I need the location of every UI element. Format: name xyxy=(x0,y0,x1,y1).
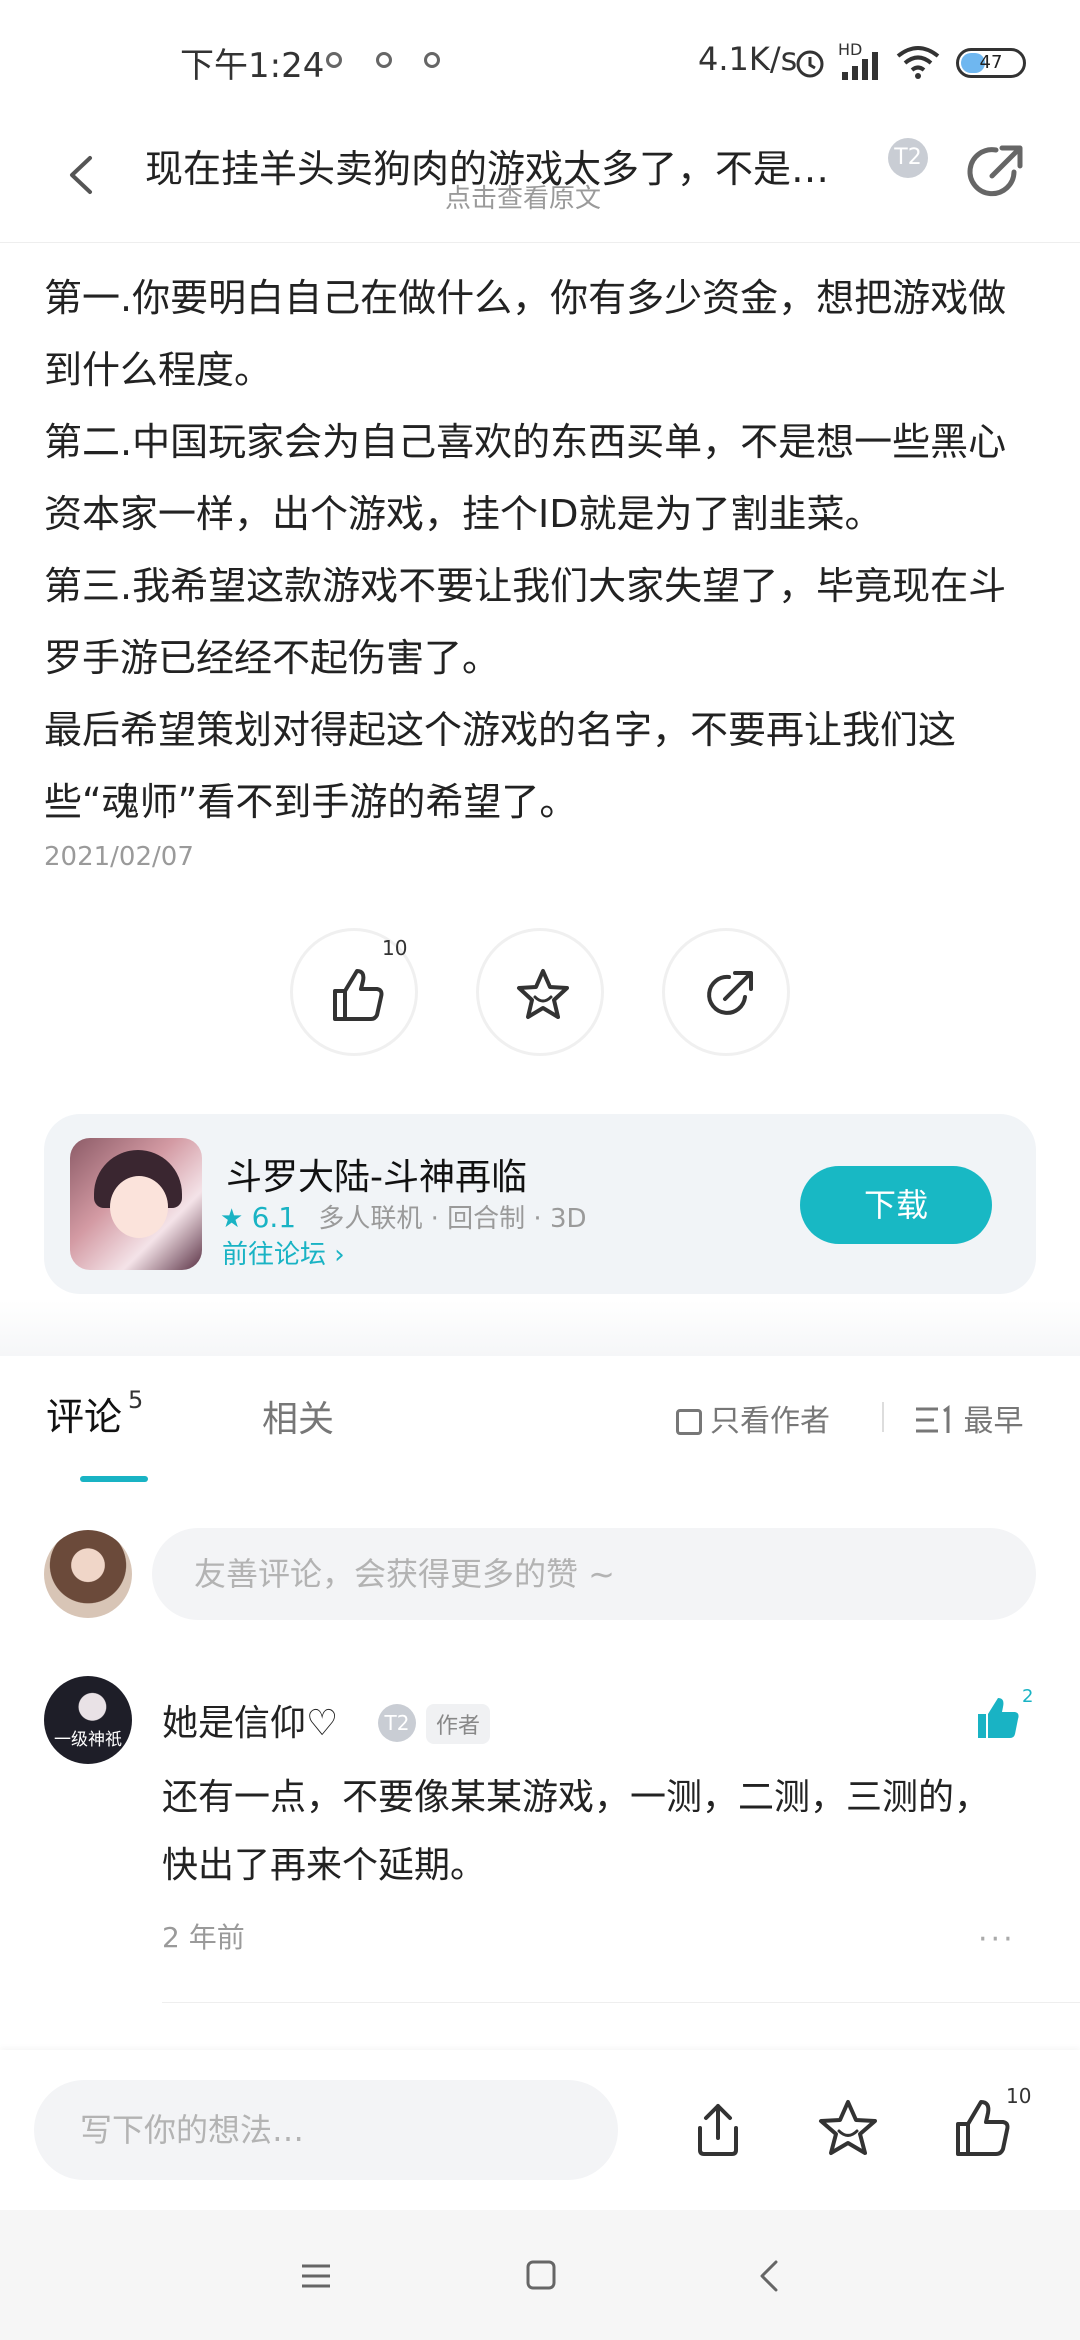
alarm-icon xyxy=(796,50,824,78)
comment-text: 还有一点，不要像某某游戏，一测，二测，三测的，快出了再来个延期。 xyxy=(162,1777,991,1886)
more-options-icon[interactable]: ··· xyxy=(978,1922,1016,1957)
share-icon xyxy=(707,971,753,1015)
tab-comments-label: 评论 xyxy=(46,1395,123,1439)
divider xyxy=(162,2002,1080,2003)
only-author-label: 只看作者 xyxy=(710,1404,830,1439)
avatar-tag: 一级神祇 xyxy=(54,1730,122,1750)
forum-link[interactable]: 前往论坛 › xyxy=(222,1234,345,1271)
forum-link-label: 前往论坛 xyxy=(222,1240,327,1270)
home-icon[interactable] xyxy=(524,2258,558,2292)
download-button[interactable]: 下载 xyxy=(800,1166,992,1244)
battery-indicator: 47 xyxy=(956,48,1026,78)
comment-time: 2 年前 xyxy=(162,1921,245,1954)
post-paragraph: 第一.你要明白自己在做什么，你有多少资金，想把游戏做到什么程度。 xyxy=(44,276,1007,392)
thumbs-up-icon[interactable] xyxy=(950,2096,1014,2160)
favorite-button[interactable] xyxy=(476,928,604,1056)
star-icon: ★ xyxy=(220,1204,244,1234)
active-tab-indicator xyxy=(80,1476,148,1482)
game-name: 斗罗大陆-斗神再临 xyxy=(226,1157,527,1198)
notification-dot-icon xyxy=(326,52,342,68)
sort-icon xyxy=(916,1405,950,1433)
notification-dot-icon xyxy=(376,52,392,68)
comment-like-count: 2 xyxy=(1022,1686,1034,1707)
post-date: 2021/02/07 xyxy=(44,842,194,872)
game-card[interactable]: 斗罗大陆-斗神再临 ★ 6.1 多人联机 · 回合制 · 3D 前往论坛 › 下… xyxy=(44,1114,1036,1294)
checkbox-icon xyxy=(676,1409,702,1435)
system-nav-bar xyxy=(0,2210,1080,2340)
level-badge: T2 xyxy=(378,1704,416,1742)
star-icon xyxy=(517,969,569,1019)
commenter-name[interactable]: 她是信仰♡ xyxy=(162,1694,338,1746)
post-paragraph: 第三.我希望这款游戏不要让我们大家失望了，毕竟现在斗罗手游已经经不起伤害了。 xyxy=(44,564,1007,680)
battery-level: 47 xyxy=(979,52,1003,73)
menu-icon[interactable] xyxy=(298,2260,334,2292)
game-cover-image xyxy=(70,1138,202,1270)
notification-dot-icon xyxy=(424,52,440,68)
only-author-toggle[interactable]: 只看作者 xyxy=(676,1396,830,1440)
tab-related[interactable]: 相关 xyxy=(262,1390,334,1442)
commenter-avatar[interactable]: 一级神祇 xyxy=(44,1676,132,1764)
chevron-right-icon: › xyxy=(334,1240,345,1270)
game-score: 6.1 xyxy=(251,1201,297,1234)
sort-label: 最早 xyxy=(963,1404,1024,1439)
tab-comments[interactable]: 评论 5 xyxy=(46,1386,143,1441)
author-badge: 作者 xyxy=(426,1704,491,1744)
game-tags: 多人联机 · 回合制 · 3D xyxy=(318,1204,587,1234)
share-button[interactable] xyxy=(662,928,790,1056)
upload-share-icon[interactable] xyxy=(686,2098,750,2162)
comment-count: 5 xyxy=(128,1386,144,1414)
post-content: 第一.你要明白自己在做什么，你有多少资金，想把游戏做到什么程度。 第二.中国玩家… xyxy=(44,262,1034,838)
status-bar: 下午1:24 4.1K/s HD 47 xyxy=(0,0,1080,130)
like-count: 10 xyxy=(1006,2084,1032,2108)
thumbs-up-icon xyxy=(333,969,384,1021)
share-icon[interactable] xyxy=(962,136,1032,206)
wifi-icon xyxy=(896,46,940,79)
sort-button[interactable]: 最早 xyxy=(914,1396,1024,1440)
game-meta: ★ 6.1 多人联机 · 回合制 · 3D xyxy=(220,1198,587,1235)
top-bar: 现在挂羊头卖狗肉的游戏太多了，不是… T2 点击查看原文 xyxy=(0,130,1080,243)
post-paragraph: 最后希望策划对得起这个游戏的名字，不要再让我们这些“魂师”看不到手游的希望了。 xyxy=(44,708,957,824)
back-nav-icon[interactable] xyxy=(756,2258,782,2294)
level-badge: T2 xyxy=(888,138,928,178)
view-original-link[interactable]: 点击查看原文 xyxy=(445,178,601,215)
signal-icon xyxy=(842,52,878,80)
bottom-action-bar: 写下你的想法… 10 xyxy=(0,2050,1080,2210)
avatar xyxy=(44,1530,132,1618)
post-paragraph: 第二.中国玩家会为自己喜欢的东西买单，不是想一些黑心资本家一样，出个游戏，挂个I… xyxy=(44,420,1007,536)
like-count: 10 xyxy=(382,936,408,960)
comment-input[interactable]: 友善评论，会获得更多的赞 ~ xyxy=(152,1528,1036,1620)
network-speed: 4.1K/s xyxy=(698,40,798,78)
back-arrow-icon[interactable] xyxy=(50,140,120,210)
divider xyxy=(882,1402,884,1432)
status-time: 下午1:24 xyxy=(180,46,325,86)
star-icon[interactable] xyxy=(816,2096,880,2160)
write-comment-input[interactable]: 写下你的想法… xyxy=(34,2080,618,2180)
comment-like-icon[interactable] xyxy=(974,1694,1022,1742)
section-divider xyxy=(0,1300,1080,1356)
